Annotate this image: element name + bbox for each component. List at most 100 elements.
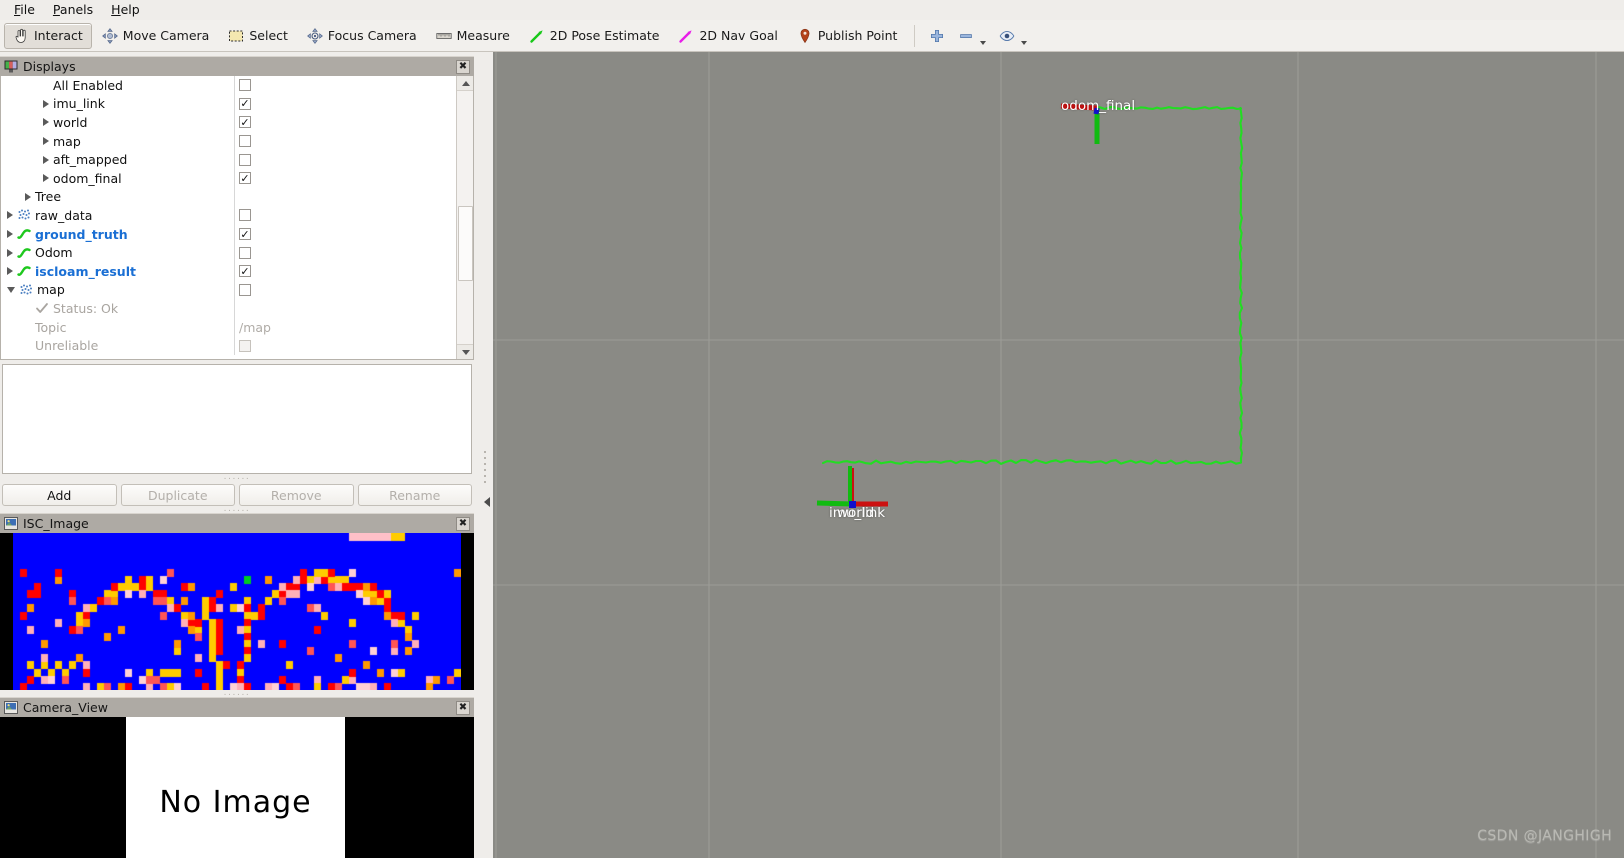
expand-arrow-icon[interactable] [7,211,13,220]
collapse-arrow-icon[interactable] [7,286,15,293]
tree-row-name[interactable]: aft_mapped [1,150,234,169]
tree-row[interactable]: ground_truth ✓ [1,224,456,244]
tree-row-name[interactable]: map [1,132,234,151]
tree-row[interactable]: iscloam_result ✓ [1,261,456,281]
menu-help[interactable]: Help [103,1,148,19]
rename-button[interactable]: Rename [357,484,472,506]
tree-row[interactable]: Topic/map [1,317,456,337]
duplicate-button[interactable]: Duplicate [120,484,235,506]
expand-arrow-icon[interactable] [43,137,49,146]
tree-row[interactable]: Tree [1,187,456,207]
tree-row-value[interactable]: /map [234,317,456,337]
visibility-checkbox[interactable] [239,135,251,148]
tree-row-value[interactable]: ✓ [234,224,456,244]
tree-row-value[interactable] [234,243,456,262]
tree-row-value[interactable] [234,187,456,207]
tree-row-name[interactable]: iscloam_result [1,262,234,281]
visibility-checkbox[interactable] [239,209,251,222]
scrollbar-thumb[interactable] [458,206,473,281]
visibility-checkbox[interactable] [239,79,251,92]
tree-row-name[interactable]: world [1,113,234,132]
dock-resize-dots[interactable] [484,451,487,485]
scroll-down-button[interactable] [457,344,473,359]
tree-row[interactable]: map [1,280,456,300]
tree-row[interactable]: Status: Ok [1,299,456,318]
tree-row-name[interactable]: imu_link [1,95,234,114]
tool-add-panel[interactable] [923,23,951,49]
tool-visibility[interactable] [993,23,1033,49]
tool-measure[interactable]: Measure [427,23,519,49]
tool-2d-pose-estimate[interactable]: 2D Pose Estimate [520,23,669,49]
expand-arrow-icon[interactable] [43,155,49,164]
tree-row-name[interactable]: All Enabled [1,76,234,95]
tree-row[interactable]: world ✓ [1,113,456,132]
splitter-grip[interactable]: ...... [0,473,474,482]
expand-arrow-icon[interactable] [7,267,13,276]
visibility-checkbox[interactable] [239,153,251,166]
scroll-up-button[interactable] [457,76,473,91]
tool-focus-camera[interactable]: Focus Camera [298,23,426,49]
visibility-checkbox[interactable] [239,283,251,296]
tree-row[interactable]: Odom [1,243,456,262]
tree-row[interactable]: aft_mapped [1,150,456,169]
tree-row[interactable]: odom_final ✓ [1,168,456,188]
3d-render-view[interactable]: odom_final imu_link world CSDN @JANGHIGH [493,52,1624,858]
expand-arrow-icon[interactable] [43,99,49,108]
add-button[interactable]: Add [2,484,117,506]
visibility-checkbox[interactable] [239,339,251,352]
tree-row-name[interactable]: map [1,281,234,300]
displays-tree[interactable]: All Enabled imu_link ✓ world ✓ map aft_mapped o… [1,76,456,359]
tree-row-value[interactable] [234,76,456,95]
tree-row-value[interactable] [234,280,456,300]
tree-row-value[interactable] [234,150,456,169]
tree-row[interactable]: imu_link ✓ [1,94,456,114]
chevron-down-icon[interactable] [980,40,987,45]
splitter-grip-3[interactable]: ...... [0,689,474,698]
visibility-checkbox[interactable]: ✓ [239,265,251,278]
tree-row[interactable]: raw_data [1,206,456,225]
dock-collapse-handle[interactable] [481,488,492,516]
menu-panels[interactable]: Panels [45,1,101,19]
visibility-checkbox[interactable]: ✓ [239,228,251,241]
tree-row-value[interactable] [234,299,456,318]
visibility-checkbox[interactable]: ✓ [239,97,251,110]
close-icon[interactable]: ✖ [456,700,470,715]
menu-file[interactable]: File [6,1,43,19]
tree-row-name[interactable]: Tree [1,188,234,207]
tree-row-name[interactable]: Odom [1,243,234,262]
tool-select[interactable]: Select [219,23,297,49]
tree-row-name[interactable]: ground_truth [1,225,234,244]
expand-arrow-icon[interactable] [43,174,49,183]
expand-arrow-icon[interactable] [7,230,13,239]
tree-row-value[interactable] [234,131,456,151]
close-icon[interactable]: ✖ [456,516,470,531]
expand-arrow-icon[interactable] [43,118,49,127]
chevron-down-icon[interactable] [1021,40,1028,45]
tool-publish-point[interactable]: Publish Point [788,23,907,49]
tree-row-value[interactable]: ✓ [234,94,456,114]
tree-row-name[interactable]: Topic [1,318,234,337]
tree-row[interactable]: All Enabled [1,76,456,95]
tree-row[interactable]: map [1,131,456,151]
expand-arrow-icon[interactable] [25,192,31,201]
tree-row-name[interactable]: raw_data [1,206,234,225]
tree-row-value[interactable]: ✓ [234,261,456,281]
displays-scrollbar[interactable] [456,76,473,359]
tree-row[interactable]: Unreliable [1,336,456,355]
tree-row-value[interactable]: ✓ [234,168,456,188]
tree-row-value[interactable]: ✓ [234,113,456,132]
tree-row-value[interactable] [234,206,456,225]
tree-row-name[interactable]: Unreliable [1,336,234,355]
tool-move-camera[interactable]: Move Camera [93,23,219,49]
close-icon[interactable]: ✖ [456,59,470,74]
splitter-grip-2[interactable]: ...... [0,505,474,514]
tree-row-name[interactable]: Status: Ok [1,299,234,318]
visibility-checkbox[interactable]: ✓ [239,172,251,185]
visibility-checkbox[interactable]: ✓ [239,116,251,129]
remove-button[interactable]: Remove [239,484,354,506]
visibility-checkbox[interactable] [239,246,251,259]
tool-2d-nav-goal[interactable]: 2D Nav Goal [669,23,786,49]
tree-row-name[interactable]: odom_final [1,169,234,188]
tool-remove-panel[interactable] [952,23,992,49]
tool-interact[interactable]: Interact [4,22,92,49]
